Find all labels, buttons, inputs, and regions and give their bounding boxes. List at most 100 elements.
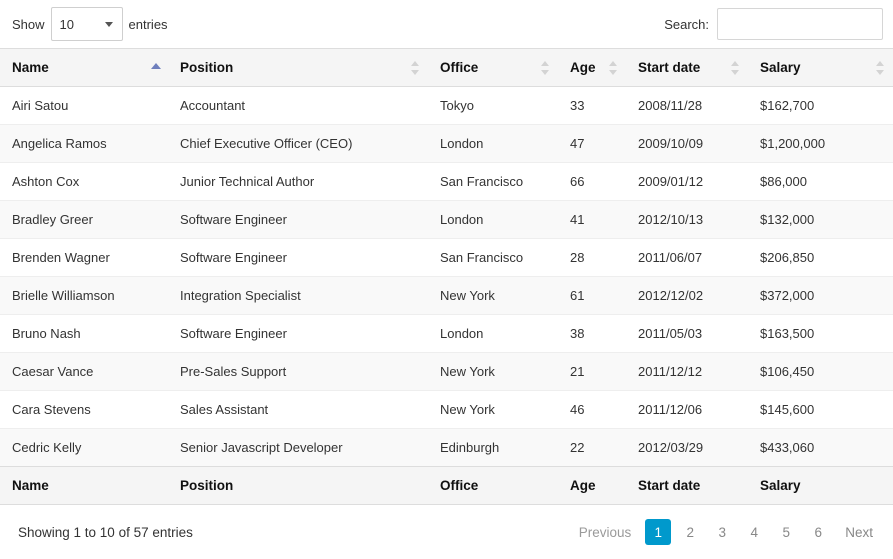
cell-position: Senior Javascript Developer	[168, 428, 428, 467]
cell-age: 21	[558, 352, 626, 391]
cell-salary: $163,500	[748, 314, 893, 353]
cell-name: Airi Satou	[0, 86, 168, 125]
column-header-name-label: Name	[12, 60, 49, 75]
cell-office: San Francisco	[428, 162, 558, 201]
cell-position: Integration Specialist	[168, 276, 428, 315]
pagination-next[interactable]: Next	[837, 519, 881, 545]
cell-position: Software Engineer	[168, 200, 428, 239]
cell-position: Sales Assistant	[168, 390, 428, 429]
cell-salary: $433,060	[748, 428, 893, 467]
column-header-position-label: Position	[180, 60, 234, 75]
cell-position: Accountant	[168, 86, 428, 125]
entries-per-page-select[interactable]: 10	[50, 7, 123, 41]
datatable: Show 10 entries Search: Name Position Of…	[0, 0, 893, 559]
column-header-salary-label: Salary	[760, 60, 801, 75]
table-row[interactable]: Ashton Cox Junior Technical Author San Fra…	[0, 162, 893, 201]
footer-col-start-date: Start date	[626, 466, 748, 505]
column-header-age-label: Age	[570, 60, 596, 75]
cell-start-date: 2011/06/07	[626, 238, 748, 277]
column-header-office[interactable]: Office	[428, 48, 558, 87]
cell-name: Brenden Wagner	[0, 238, 168, 277]
cell-age: 22	[558, 428, 626, 467]
sort-both-icon	[731, 60, 740, 76]
cell-salary: $206,850	[748, 238, 893, 277]
cell-name: Cedric Kelly	[0, 428, 168, 467]
entries-per-page-value: 10	[59, 16, 74, 32]
cell-salary: $145,600	[748, 390, 893, 429]
footer-col-position: Position	[168, 466, 428, 505]
cell-position: Software Engineer	[168, 238, 428, 277]
cell-start-date: 2011/12/12	[626, 352, 748, 391]
footer-col-salary: Salary	[748, 466, 893, 505]
table-row[interactable]: Cara Stevens Sales Assistant New York 46 201…	[0, 390, 893, 429]
footer-col-office: Office	[428, 466, 558, 505]
cell-age: 66	[558, 162, 626, 201]
cell-position: Junior Technical Author	[168, 162, 428, 201]
pagination-page-2[interactable]: 2	[677, 519, 703, 545]
cell-start-date: 2011/12/06	[626, 390, 748, 429]
cell-start-date: 2012/10/13	[626, 200, 748, 239]
cell-position: Pre-Sales Support	[168, 352, 428, 391]
cell-name: Caesar Vance	[0, 352, 168, 391]
entries-label: entries	[128, 16, 168, 32]
cell-start-date: 2012/03/29	[626, 428, 748, 467]
cell-name: Brielle Williamson	[0, 276, 168, 315]
cell-start-date: 2008/11/28	[626, 86, 748, 125]
entries-info: Showing 1 to 10 of 57 entries	[18, 524, 193, 540]
show-label: Show	[12, 16, 45, 32]
cell-age: 41	[558, 200, 626, 239]
column-header-office-label: Office	[440, 60, 479, 75]
sort-both-icon	[411, 60, 420, 76]
cell-office: London	[428, 124, 558, 163]
cell-office: Tokyo	[428, 86, 558, 125]
table-row[interactable]: Airi Satou Accountant Tokyo 33 2008/11/28 $16…	[0, 86, 893, 125]
table-row[interactable]: Brielle Williamson Integration Specialist…	[0, 276, 893, 315]
pagination: Previous 1 2 3 4 5 6 Next	[565, 519, 881, 545]
footer-col-age: Age	[558, 466, 626, 505]
cell-age: 61	[558, 276, 626, 315]
table-footer: Name Position Office Age Start date Sala…	[0, 466, 893, 505]
pagination-page-3[interactable]: 3	[709, 519, 735, 545]
cell-office: San Francisco	[428, 238, 558, 277]
table-row[interactable]: Bruno Nash Software Engineer London 38 2011/…	[0, 314, 893, 353]
sort-both-icon	[876, 60, 885, 76]
search-input[interactable]	[717, 8, 883, 40]
cell-name: Ashton Cox	[0, 162, 168, 201]
cell-office: London	[428, 314, 558, 353]
column-header-position[interactable]: Position	[168, 48, 428, 87]
table-row[interactable]: Bradley Greer Software Engineer London 41 20…	[0, 200, 893, 239]
cell-salary: $1,200,000	[748, 124, 893, 163]
datatable-footer-controls: Showing 1 to 10 of 57 entries Previous 1 2…	[0, 505, 893, 559]
cell-start-date: 2012/12/02	[626, 276, 748, 315]
column-header-name[interactable]: Name	[0, 48, 168, 87]
column-header-age[interactable]: Age	[558, 48, 626, 87]
pagination-previous[interactable]: Previous	[571, 519, 640, 545]
cell-office: New York	[428, 276, 558, 315]
footer-row: Name Position Office Age Start date Sala…	[0, 466, 893, 505]
cell-start-date: 2011/05/03	[626, 314, 748, 353]
sort-both-icon	[541, 60, 550, 76]
cell-name: Bradley Greer	[0, 200, 168, 239]
header-row: Name Position Office Age Start date Sala…	[0, 48, 893, 87]
table-row[interactable]: Cedric Kelly Senior Javascript Developer E…	[0, 428, 893, 467]
cell-age: 47	[558, 124, 626, 163]
cell-name: Cara Stevens	[0, 390, 168, 429]
table-row[interactable]: Brenden Wagner Software Engineer San Franc…	[0, 238, 893, 277]
pagination-page-4[interactable]: 4	[741, 519, 767, 545]
employees-table: Name Position Office Age Start date Sala…	[0, 48, 893, 505]
search-control: Search:	[664, 8, 883, 40]
column-header-salary[interactable]: Salary	[748, 48, 893, 87]
cell-age: 38	[558, 314, 626, 353]
pagination-page-6[interactable]: 6	[805, 519, 831, 545]
cell-office: New York	[428, 390, 558, 429]
pagination-page-5[interactable]: 5	[773, 519, 799, 545]
column-header-start-date[interactable]: Start date	[626, 48, 748, 87]
cell-age: 33	[558, 86, 626, 125]
cell-age: 28	[558, 238, 626, 277]
cell-salary: $86,000	[748, 162, 893, 201]
table-row[interactable]: Caesar Vance Pre-Sales Support New York 21 2…	[0, 352, 893, 391]
cell-start-date: 2009/10/09	[626, 124, 748, 163]
table-row[interactable]: Angelica Ramos Chief Executive Officer (C…	[0, 124, 893, 163]
pagination-page-1[interactable]: 1	[645, 519, 672, 545]
cell-salary: $162,700	[748, 86, 893, 125]
